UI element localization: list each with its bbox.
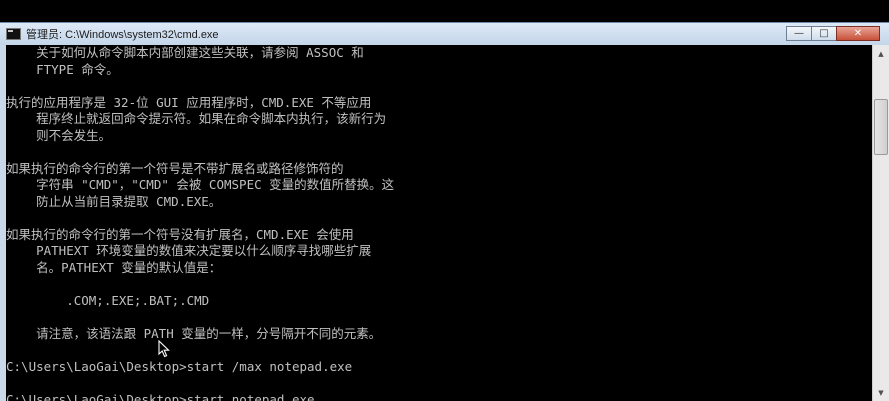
- arrow-down-icon[interactable]: ▼: [873, 384, 889, 401]
- console-line: 防止从当前目录提取 CMD.EXE。: [6, 194, 221, 210]
- maximize-button[interactable]: □: [811, 26, 837, 41]
- console-line: 如果执行的命令行的第一个符号没有扩展名，CMD.EXE 会使用: [6, 227, 354, 243]
- console-line: 关于如何从命令脚本内部创建这些关联，请参阅 ASSOC 和: [6, 45, 364, 61]
- close-button[interactable]: ✕: [836, 26, 880, 41]
- console-line: 程序终止就返回命令提示符。如果在命令脚本内执行，该新行为: [6, 111, 386, 127]
- window-controls: — □ ✕: [787, 26, 880, 41]
- mouse-pointer-icon: [158, 340, 172, 358]
- console-output[interactable]: 关于如何从命令脚本内部创建这些关联，请参阅 ASSOC 和 FTYPE 命令。执…: [6, 45, 872, 401]
- console-line: FTYPE 命令。: [6, 62, 119, 78]
- console-line: .COM;.EXE;.BAT;.CMD: [6, 293, 209, 309]
- console-line: 请注意，该语法跟 PATH 变量的一样，分号隔开不同的元素。: [6, 326, 381, 342]
- console-line: 执行的应用程序是 32-位 GUI 应用程序时，CMD.EXE 不等应用: [6, 95, 371, 111]
- vertical-scrollbar[interactable]: ▲ ▼: [872, 45, 889, 401]
- console-line: 名。PATHEXT 变量的默认值是：: [6, 260, 221, 276]
- cmd-window: 管理员: C:\Windows\system32\cmd.exe — □ ✕ 关…: [0, 22, 889, 401]
- scroll-thumb[interactable]: [874, 99, 888, 155]
- console-line: 如果执行的命令行的第一个符号是不带扩展名或路径修饰符的: [6, 161, 344, 177]
- console-line: 则不会发生。: [6, 128, 111, 144]
- title-bar[interactable]: 管理员: C:\Windows\system32\cmd.exe — □ ✕: [0, 23, 889, 45]
- window-title: 管理员: C:\Windows\system32\cmd.exe: [26, 26, 219, 42]
- console-line: PATHEXT 环境变量的数值来决定要以什么顺序寻找哪些扩展: [6, 243, 371, 259]
- cmd-icon[interactable]: [6, 28, 21, 40]
- minimize-button[interactable]: —: [786, 26, 812, 41]
- arrow-up-icon[interactable]: ▲: [873, 45, 889, 62]
- console-line: 字符串 "CMD"，"CMD" 会被 COMSPEC 变量的数值所替换。这: [6, 177, 394, 193]
- console-line: C:\Users\LaoGai\Desktop>start /max notep…: [6, 359, 352, 375]
